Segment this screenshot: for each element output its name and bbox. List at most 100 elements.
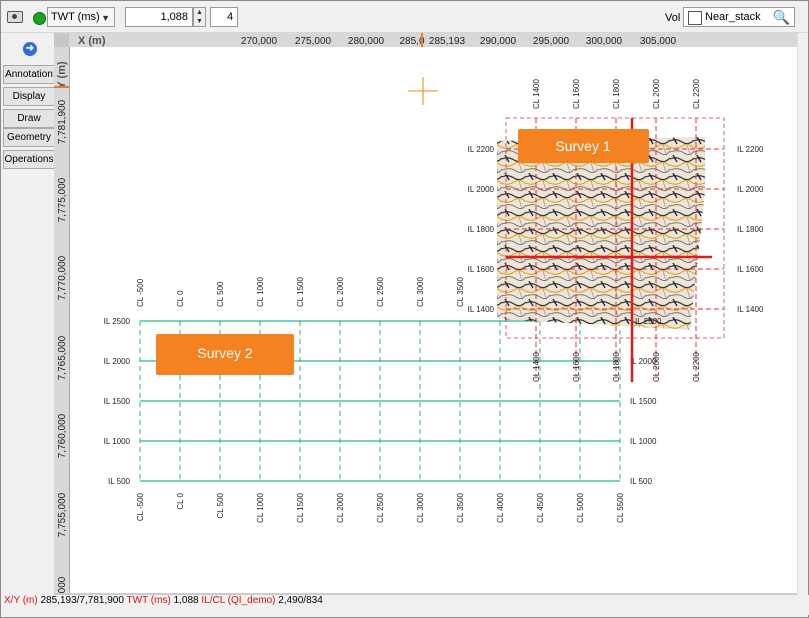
spin-down-icon[interactable]: ▼ — [194, 17, 205, 26]
domain-select[interactable]: TWT (ms) ▼ — [47, 7, 115, 27]
status-bar: X/Y (m) 285,193/7,781,900 TWT (ms) 1,088… — [1, 595, 809, 615]
survey1-seismic-image — [497, 137, 705, 330]
survey1-grid: IL 2200 IL 2200 IL 2000 IL 2000 IL 1800 IL 18… — [468, 79, 764, 382]
x-tick: 280,000 — [348, 36, 385, 47]
x-tick: 295,000 — [533, 36, 570, 47]
search-icon[interactable]: 🔍 — [773, 9, 790, 26]
x-tick: 270,000 — [241, 36, 278, 47]
survey2-il-label: IL 1000 — [104, 437, 131, 446]
status-twt-label: TWT (ms) — [126, 595, 171, 606]
survey2-label-box: Survey 2 — [156, 334, 294, 375]
volume-icon — [688, 11, 702, 25]
survey1-il-label-right: IL 1800 — [737, 225, 764, 234]
map-canvas[interactable]: IL 2500 IL 2500 IL 2000 IL 2000 IL 1500 IL 15… — [70, 47, 797, 593]
status-xy-label: X/Y (m) — [4, 595, 38, 606]
survey1-il-label-right: IL 2200 — [737, 145, 764, 154]
status-ilcl-value: 2,490/834 — [278, 595, 323, 606]
domain-select-value: TWT (ms) — [51, 11, 100, 23]
x-ruler-title: X (m) — [78, 35, 106, 47]
left-panel: ➜ Annotation Display Draw Geometry Opera… — [1, 33, 54, 593]
survey1-label-box: Survey 1 — [518, 129, 649, 163]
tab-display[interactable]: Display — [3, 87, 54, 106]
survey2-cl-label-top: CL 2500 — [376, 277, 385, 308]
volume-select[interactable]: Near_stack 🔍 — [683, 7, 795, 27]
tab-draw[interactable]: Draw — [3, 109, 54, 128]
status-twt-value: 1,088 — [173, 595, 199, 606]
survey1-cl-label-top: CL 1600 — [572, 79, 581, 110]
survey2-il-label: IL 1500 — [104, 397, 131, 406]
y-ruler: Y (m) 7,781,900 7,775,000 7,770,000 7,76… — [54, 47, 70, 593]
forward-arrow-icon[interactable]: ➜ — [23, 42, 37, 56]
x-ruler-svg: X (m) 270,000 275,000 280,000 285,0 290,… — [78, 33, 677, 47]
survey2-cl-label-bottom: CL -500 — [136, 492, 145, 521]
survey2-cl-label-top: CL 3500 — [456, 277, 465, 308]
volume-value: Near_stack — [705, 11, 761, 23]
survey1-il-label: IL 1600 — [468, 265, 495, 274]
tab-operations[interactable]: Operations — [3, 150, 54, 169]
survey2-cl-label-bottom: CL 2500 — [376, 492, 385, 523]
status-xy-value: 285,193/7,781,900 — [40, 595, 124, 606]
survey2-cl-label-top: CL 500 — [216, 281, 225, 307]
survey2-cl-label-top: CL 3000 — [416, 277, 425, 308]
survey1-il-label: IL 1800 — [468, 225, 495, 234]
y-tick: 7,755,000 — [57, 492, 68, 537]
x-cursor-value: 285,193 — [429, 36, 466, 47]
x-tick: 290,000 — [480, 36, 517, 47]
ruler-corner — [54, 33, 69, 47]
survey1-cl-label-top: CL 1400 — [532, 79, 541, 110]
y-ruler-svg: Y (m) 7,781,900 7,775,000 7,770,000 7,76… — [54, 61, 69, 593]
survey1-cl-label-bottom: CL 1400 — [532, 351, 541, 382]
x-ruler: X (m) 270,000 275,000 280,000 285,0 290,… — [54, 33, 797, 48]
toolbar: TWT (ms) ▼ 1,088 ▲ ▼ 4 Vol Near_stack 🔍 — [1, 1, 807, 33]
survey2-cl-label-top: CL 0 — [176, 290, 185, 307]
survey2-label: Survey 2 — [197, 345, 252, 361]
x-tick: 300,000 — [586, 36, 623, 47]
survey2-il-label: IL 2000 — [104, 357, 131, 366]
status-ilcl-label: IL/CL (QI_demo) — [201, 595, 276, 606]
time-stepper[interactable]: ▲ ▼ — [193, 7, 206, 27]
survey1-il-label-right: IL 1400 — [737, 305, 764, 314]
x-tick: 275,000 — [295, 36, 332, 47]
survey1-il-label: IL 2200 — [468, 145, 495, 154]
survey2-cl-label-bottom: CL 3500 — [456, 492, 465, 523]
survey2-cl-label-bottom: CL 3000 — [416, 492, 425, 523]
survey2-cl-label-bottom: CL 1500 — [296, 492, 305, 523]
survey2-cl-label-top: CL 1500 — [296, 277, 305, 308]
survey2-il-label-right: IL 500 — [630, 477, 652, 486]
time-input[interactable]: 1,088 — [125, 7, 193, 27]
y-tick: 7,781,900 — [57, 99, 68, 144]
step-input[interactable]: 4 — [210, 7, 238, 27]
status-dot-icon — [33, 12, 46, 25]
survey1-il-label: IL 1400 — [468, 305, 495, 314]
camera-icon[interactable] — [7, 11, 23, 23]
map-svg[interactable]: IL 2500 IL 2500 IL 2000 IL 2000 IL 1500 IL 15… — [70, 47, 797, 593]
survey2-il-label: IL 500 — [108, 477, 130, 486]
y-tick: 7,760,000 — [57, 413, 68, 458]
tab-annotation[interactable]: Annotation — [3, 65, 54, 84]
survey2-cl-label-bottom: CL 2000 — [336, 492, 345, 523]
spin-up-icon[interactable]: ▲ — [194, 8, 205, 17]
survey2-cl-label-top: CL -500 — [136, 278, 145, 307]
cursor-crosshair — [408, 77, 438, 105]
survey2-cl-label-bottom: CL 4000 — [496, 492, 505, 523]
survey1-il-label: IL 2000 — [468, 185, 495, 194]
survey1-il-label-right: IL 2000 — [737, 185, 764, 194]
y-tick: 7,770,000 — [57, 255, 68, 300]
survey1-cl-label-bottom: CL 1600 — [572, 351, 581, 382]
y-tick: 7,765,000 — [57, 335, 68, 380]
y-ruler-title: Y (m) — [56, 61, 68, 89]
survey2-cl-label-bottom: CL 5500 — [616, 492, 625, 523]
y-tick: 7,775,000 — [57, 177, 68, 222]
survey1-cl-label-top: CL 2000 — [652, 79, 661, 110]
survey2-cl-label-bottom: CL 1000 — [256, 492, 265, 523]
vertical-scrollbar[interactable] — [797, 33, 808, 596]
survey1-cl-label-bottom: CL 1800 — [612, 351, 621, 382]
survey1-cl-label-bottom: CL 2200 — [692, 351, 701, 382]
y-tick: 000 — [57, 576, 68, 593]
survey2-cl-label-top: CL 2000 — [336, 277, 345, 308]
tab-geometry[interactable]: Geometry — [3, 128, 54, 147]
chevron-down-icon: ▼ — [101, 13, 110, 23]
survey2-cl-label-bottom: CL 0 — [176, 492, 185, 509]
survey2-cl-label-bottom: CL 5000 — [576, 492, 585, 523]
survey2-il-label-right: IL 1500 — [630, 397, 657, 406]
